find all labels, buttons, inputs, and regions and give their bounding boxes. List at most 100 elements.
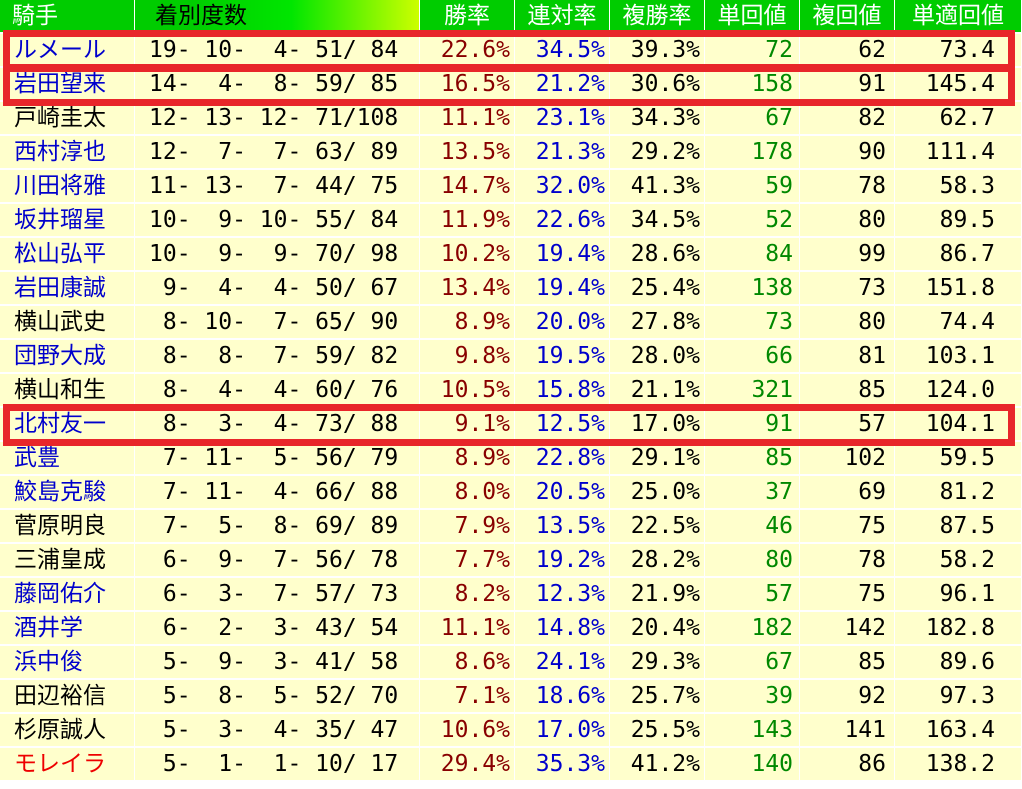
win-rate: 8.6% (420, 646, 515, 679)
top2-rate: 19.5% (515, 340, 610, 373)
top2-rate: 19.2% (515, 544, 610, 577)
table-row: 坂井瑠星 10- 9- 10- 55/ 84 11.9% 22.6% 34.5% 52 80… (0, 204, 1022, 238)
place-return: 80 (800, 306, 895, 339)
top3-rate: 30.6% (610, 68, 705, 101)
jockey-name[interactable]: 酒井学 (0, 612, 135, 645)
finish-record: 12- 7- 7- 63/ 89 (135, 136, 420, 169)
table-row: 岩田望来 14- 4- 8- 59/ 85 16.5% 21.2% 30.6% 158 91… (0, 68, 1022, 102)
finish-record: 6- 9- 7- 56/ 78 (135, 544, 420, 577)
top2-rate: 35.3% (515, 748, 610, 781)
finish-record: 8- 8- 7- 59/ 82 (135, 340, 420, 373)
adjusted-win-return: 87.5 (895, 510, 1022, 543)
table-row: 岩田康誠 9- 4- 4- 50/ 67 13.4% 19.4% 25.4% 138 73… (0, 272, 1022, 306)
top2-rate: 32.0% (515, 170, 610, 203)
win-rate: 10.6% (420, 714, 515, 747)
finish-record: 10- 9- 9- 70/ 98 (135, 238, 420, 271)
top2-rate: 15.8% (515, 374, 610, 407)
jockey-name[interactable]: 菅原明良 (0, 510, 135, 543)
jockey-name[interactable]: 浜中俊 (0, 646, 135, 679)
place-return: 91 (800, 68, 895, 101)
top3-rate: 39.3% (610, 34, 705, 67)
table-row: 三浦皇成 6- 9- 7- 56/ 78 7.7% 19.2% 28.2% 80 78 58… (0, 544, 1022, 578)
adjusted-win-return: 151.8 (895, 272, 1022, 305)
jockey-name[interactable]: 鮫島克駿 (0, 476, 135, 509)
jockey-name[interactable]: 藤岡佑介 (0, 578, 135, 611)
place-return: 141 (800, 714, 895, 747)
adjusted-win-return: 86.7 (895, 238, 1022, 271)
table-row: ルメール 19- 10- 4- 51/ 84 22.6% 34.5% 39.3% 72 62… (0, 34, 1022, 68)
win-rate: 9.8% (420, 340, 515, 373)
top3-rate: 25.4% (610, 272, 705, 305)
win-rate: 11.1% (420, 612, 515, 645)
jockey-name[interactable]: 三浦皇成 (0, 544, 135, 577)
finish-record: 8- 3- 4- 73/ 88 (135, 408, 420, 441)
top2-rate: 19.4% (515, 272, 610, 305)
header-adjusted-win-return: 単適回値 (895, 0, 1022, 33)
win-rate: 11.9% (420, 204, 515, 237)
finish-record: 11- 13- 7- 44/ 75 (135, 170, 420, 203)
adjusted-win-return: 96.1 (895, 578, 1022, 611)
win-rate: 7.1% (420, 680, 515, 713)
win-return: 143 (705, 714, 800, 747)
finish-record: 6- 3- 7- 57/ 73 (135, 578, 420, 611)
jockey-name[interactable]: 団野大成 (0, 340, 135, 373)
place-return: 85 (800, 646, 895, 679)
jockey-name[interactable]: 川田将雅 (0, 170, 135, 203)
finish-record: 7- 11- 5- 56/ 79 (135, 442, 420, 475)
jockey-name[interactable]: 戸崎圭太 (0, 102, 135, 135)
jockey-name[interactable]: モレイラ (0, 748, 135, 781)
win-return: 321 (705, 374, 800, 407)
jockey-name[interactable]: 杉原誠人 (0, 714, 135, 747)
table-row: 菅原明良 7- 5- 8- 69/ 89 7.9% 13.5% 22.5% 46 75 87… (0, 510, 1022, 544)
finish-record: 5- 9- 3- 41/ 58 (135, 646, 420, 679)
place-return: 81 (800, 340, 895, 373)
jockey-stats-table: 騎手 着別度数 勝率 連対率 複勝率 単回値 複回値 単適回値 ルメール 19- … (0, 0, 1022, 789)
jockey-name[interactable]: 横山和生 (0, 374, 135, 407)
jockey-name[interactable]: 岩田望来 (0, 68, 135, 101)
top2-rate: 34.5% (515, 34, 610, 67)
adjusted-win-return: 111.4 (895, 136, 1022, 169)
win-return: 84 (705, 238, 800, 271)
table-row: 鮫島克駿 7- 11- 4- 66/ 88 8.0% 20.5% 25.0% 37 69 8… (0, 476, 1022, 510)
top3-rate: 25.5% (610, 714, 705, 747)
win-return: 57 (705, 578, 800, 611)
jockey-name[interactable]: 西村淳也 (0, 136, 135, 169)
win-rate: 13.5% (420, 136, 515, 169)
place-return: 75 (800, 578, 895, 611)
win-rate: 13.4% (420, 272, 515, 305)
jockey-name[interactable]: 横山武史 (0, 306, 135, 339)
win-return: 158 (705, 68, 800, 101)
adjusted-win-return: 89.6 (895, 646, 1022, 679)
adjusted-win-return: 124.0 (895, 374, 1022, 407)
win-return: 73 (705, 306, 800, 339)
top2-rate: 18.6% (515, 680, 610, 713)
jockey-name[interactable]: 北村友一 (0, 408, 135, 441)
jockey-name[interactable]: 武豊 (0, 442, 135, 475)
jockey-name[interactable]: 松山弘平 (0, 238, 135, 271)
win-return: 182 (705, 612, 800, 645)
place-return: 78 (800, 170, 895, 203)
jockey-name[interactable]: 田辺裕信 (0, 680, 135, 713)
jockey-name[interactable]: ルメール (0, 34, 135, 67)
win-rate: 8.2% (420, 578, 515, 611)
jockey-name[interactable]: 岩田康誠 (0, 272, 135, 305)
win-return: 140 (705, 748, 800, 781)
finish-record: 5- 1- 1- 10/ 17 (135, 748, 420, 781)
top2-rate: 22.6% (515, 204, 610, 237)
top3-rate: 29.1% (610, 442, 705, 475)
adjusted-win-return: 59.5 (895, 442, 1022, 475)
win-rate: 10.2% (420, 238, 515, 271)
jockey-name[interactable]: 坂井瑠星 (0, 204, 135, 237)
top2-rate: 17.0% (515, 714, 610, 747)
top3-rate: 25.7% (610, 680, 705, 713)
finish-record: 10- 9- 10- 55/ 84 (135, 204, 420, 237)
place-return: 69 (800, 476, 895, 509)
top2-rate: 20.5% (515, 476, 610, 509)
win-return: 85 (705, 442, 800, 475)
table-row: 川田将雅 11- 13- 7- 44/ 75 14.7% 32.0% 41.3% 59 78… (0, 170, 1022, 204)
place-return: 80 (800, 204, 895, 237)
adjusted-win-return: 103.1 (895, 340, 1022, 373)
top2-rate: 13.5% (515, 510, 610, 543)
top3-rate: 41.3% (610, 170, 705, 203)
place-return: 75 (800, 510, 895, 543)
